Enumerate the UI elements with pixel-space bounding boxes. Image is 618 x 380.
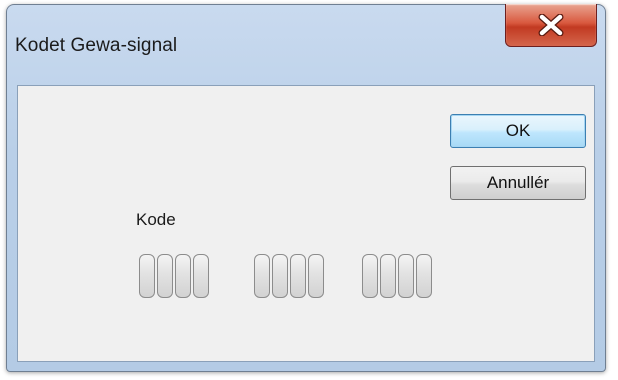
- code-group-2: [254, 254, 324, 298]
- code-digit-input[interactable]: [290, 254, 306, 298]
- code-digit-input[interactable]: [362, 254, 378, 298]
- code-digit-input[interactable]: [416, 254, 432, 298]
- code-digit-input[interactable]: [175, 254, 191, 298]
- close-icon: [538, 14, 564, 36]
- window-title: Kodet Gewa-signal: [15, 35, 178, 56]
- code-digit-input[interactable]: [308, 254, 324, 298]
- code-digit-input[interactable]: [139, 254, 155, 298]
- close-button[interactable]: [505, 4, 597, 47]
- code-digit-input[interactable]: [272, 254, 288, 298]
- dialog-content: OK Annullér Kode: [17, 85, 595, 362]
- code-digit-input[interactable]: [157, 254, 173, 298]
- code-digit-input[interactable]: [193, 254, 209, 298]
- code-group-3: [362, 254, 432, 298]
- cancel-button[interactable]: Annullér: [450, 166, 586, 200]
- code-digit-input[interactable]: [398, 254, 414, 298]
- code-group-1: [139, 254, 209, 298]
- dialog-window: Kodet Gewa-signal OK Annullér Kode: [6, 4, 606, 372]
- title-bar[interactable]: Kodet Gewa-signal: [7, 4, 605, 81]
- code-label: Kode: [136, 210, 176, 229]
- code-digit-input[interactable]: [380, 254, 396, 298]
- code-digit-input[interactable]: [254, 254, 270, 298]
- ok-button[interactable]: OK: [450, 114, 586, 148]
